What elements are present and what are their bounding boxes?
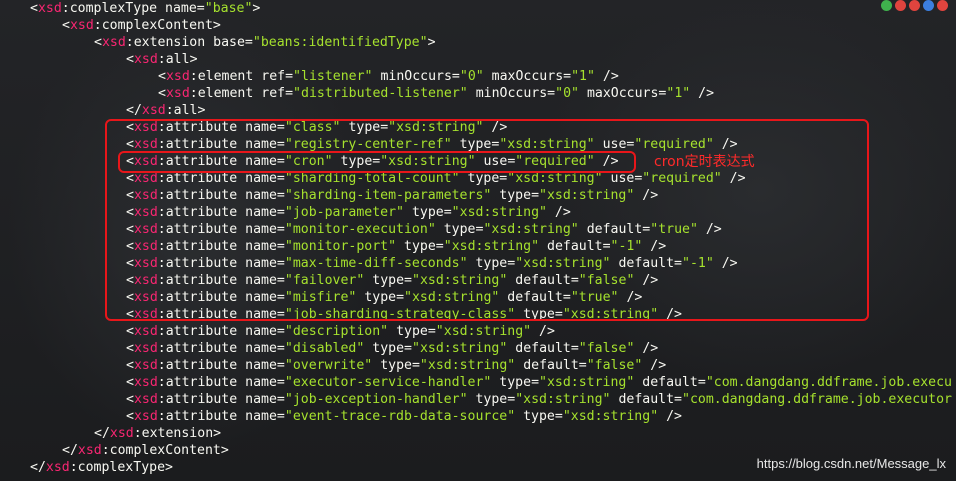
attribute-name: minOccurs — [380, 69, 452, 84]
attribute-name: name — [245, 341, 277, 356]
tag-name: complexType — [77, 460, 166, 475]
tag-namespace: xsd — [133, 392, 158, 407]
tag-name: all — [165, 52, 190, 67]
code-line: <xsd:all> — [126, 52, 198, 67]
attribute-value: 1 — [579, 69, 587, 84]
attribute-value: 0 — [467, 69, 476, 84]
attribute-name: name — [245, 392, 277, 407]
attribute-value: 0 — [563, 86, 572, 101]
code-line: <xsd:attribute name="overwrite" type="xs… — [126, 358, 667, 373]
attribute-name: ref — [261, 86, 286, 101]
tag-namespace: xsd — [45, 460, 70, 475]
attribute-value: xsd:string — [427, 358, 508, 373]
code-line: <xsd:complexType name="base"> — [30, 1, 261, 16]
tag-name: attribute — [165, 375, 238, 390]
attribute-name: type — [475, 392, 508, 407]
tag-name: complexContent — [101, 18, 213, 33]
tag-name: attribute — [165, 392, 238, 407]
tag-name: element — [197, 69, 254, 84]
attribute-name: type — [499, 375, 532, 390]
attribute-value: xsd:string — [546, 375, 627, 390]
attribute-name: name — [165, 1, 197, 16]
code-line: <xsd:element ref="listener" minOccurs="0… — [158, 69, 619, 84]
attribute-value: base — [212, 1, 245, 16]
highlight-box-cron — [118, 151, 636, 173]
tag-namespace: xsd — [133, 358, 158, 373]
code-line: <xsd:extension base="beans:identifiedTyp… — [94, 35, 436, 50]
attribute-name: name — [245, 409, 277, 424]
tag-namespace: xsd — [133, 52, 158, 67]
code-line: <xsd:attribute name="event-trace-rdb-dat… — [126, 409, 682, 424]
attribute-name: name — [245, 324, 277, 339]
code-line: </xsd:extension> — [94, 426, 222, 441]
tag-namespace: xsd — [165, 69, 190, 84]
attribute-name: default — [515, 341, 571, 356]
tag-namespace: xsd — [133, 324, 158, 339]
code-line: <xsd:attribute name="description" type="… — [126, 324, 555, 339]
attribute-name: type — [523, 409, 555, 424]
tag-namespace: xsd — [37, 1, 62, 16]
attribute-value: overwrite — [292, 358, 365, 373]
attribute-name: name — [245, 375, 277, 390]
attribute-value: xsd:string — [443, 324, 524, 339]
tag-name: complexContent — [109, 443, 221, 458]
attribute-value: description — [292, 324, 381, 339]
attribute-name: default — [642, 375, 698, 390]
cron-annotation: cron定时表达式 — [654, 154, 755, 170]
tag-name: all — [173, 103, 198, 118]
tag-namespace: xsd — [77, 443, 102, 458]
attribute-value: job-exception-handler — [292, 392, 460, 407]
tag-name: complexType — [69, 1, 158, 16]
attribute-value: xsd:string — [570, 409, 651, 424]
attribute-value: distributed-listener — [301, 86, 460, 101]
attribute-name: type — [372, 341, 405, 356]
attribute-name: type — [380, 358, 412, 373]
attribute-value: beans:identifiedType — [260, 35, 420, 50]
tag-namespace: xsd — [165, 86, 190, 101]
tag-name: attribute — [165, 324, 238, 339]
watermark: https://blog.csdn.net/Message_lx — [756, 456, 946, 471]
attribute-value: listener — [301, 69, 365, 84]
tag-name: element — [197, 86, 254, 101]
code-line: <xsd:element ref="distributed-listener" … — [158, 86, 715, 101]
attribute-name: maxOccurs — [491, 69, 564, 84]
tag-name: attribute — [165, 341, 238, 356]
code-line: <xsd:attribute name="job-exception-handl… — [126, 392, 952, 407]
tag-namespace: xsd — [69, 18, 94, 33]
code-line: </xsd:all> — [126, 103, 206, 118]
attribute-value: xsd:string — [419, 341, 500, 356]
highlight-box-attributes — [105, 119, 869, 321]
tag-namespace: xsd — [133, 409, 158, 424]
tag-name: extension — [133, 35, 206, 50]
tag-name: attribute — [165, 409, 238, 424]
attribute-name: ref — [261, 69, 286, 84]
attribute-name: default — [618, 392, 675, 407]
attribute-name: maxOccurs — [586, 86, 659, 101]
tag-namespace: xsd — [133, 375, 158, 390]
code-line: <xsd:attribute name="executor-service-ha… — [126, 375, 952, 390]
attribute-name: default — [523, 358, 579, 373]
attribute-value: xsd:string — [523, 392, 603, 407]
tag-namespace: xsd — [109, 426, 134, 441]
code-line: <xsd:complexContent> — [62, 18, 221, 33]
attribute-name: base — [213, 35, 245, 50]
attribute-name: minOccurs — [475, 86, 548, 101]
attribute-value: event-trace-rdb-data-source — [292, 409, 508, 424]
tag-namespace: xsd — [101, 35, 126, 50]
attribute-value: false — [586, 341, 627, 356]
attribute-name: name — [245, 358, 277, 373]
tag-name: extension — [141, 426, 214, 441]
code-line: <xsd:attribute name="disabled" type="xsd… — [126, 341, 659, 356]
attribute-value: com.dangdang.ddframe.job.executor — [689, 392, 952, 407]
tag-name: attribute — [165, 358, 238, 373]
attribute-value: executor-service-handler — [292, 375, 484, 390]
attribute-value: disabled — [292, 341, 357, 356]
tag-namespace: xsd — [133, 341, 158, 356]
attribute-value: false — [594, 358, 635, 373]
attribute-value: com.dangdang.ddframe.job.execu — [713, 375, 952, 390]
attribute-name: type — [396, 324, 428, 339]
tag-namespace: xsd — [141, 103, 166, 118]
